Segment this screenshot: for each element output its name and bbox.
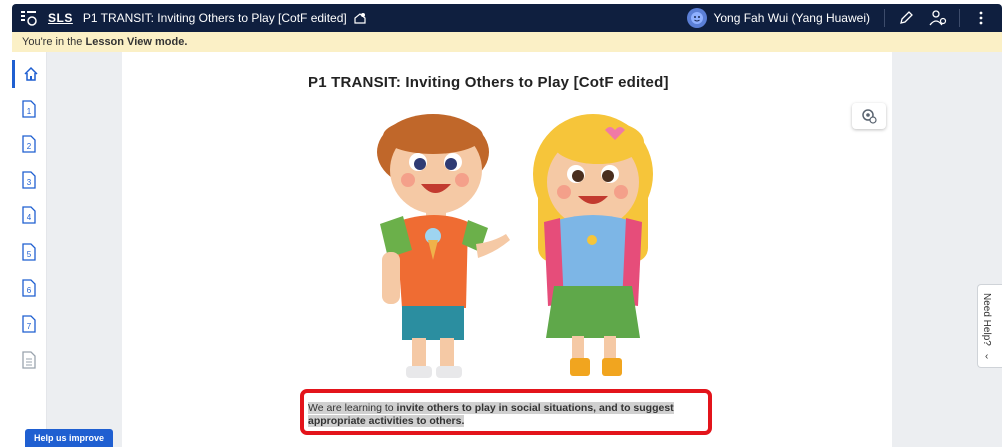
nav-page-5[interactable]: 5 <box>12 238 46 266</box>
lesson-title: P1 TRANSIT: Inviting Others to Play [Cot… <box>82 11 347 25</box>
page-number: 2 <box>27 142 32 151</box>
nav-page-7[interactable]: 7 <box>12 310 46 338</box>
page-number: 4 <box>27 213 32 222</box>
nav-summary[interactable] <box>12 346 46 374</box>
page-icon: 7 <box>22 315 36 333</box>
gear-icon <box>862 109 877 124</box>
page-icon: 4 <box>22 206 36 224</box>
chevron-left-icon: ‹ <box>985 351 989 362</box>
mode-banner: You're in the Lesson View mode. <box>12 32 1002 52</box>
page-number: 3 <box>27 178 32 187</box>
page-number: 5 <box>27 250 32 259</box>
page-number: 6 <box>27 286 32 295</box>
divider <box>884 9 885 27</box>
nav-page-3[interactable]: 3 <box>12 166 46 194</box>
page-icon: 5 <box>22 243 36 261</box>
menu-grid-icon[interactable] <box>20 9 38 27</box>
need-help-tab[interactable]: Need Help? ‹ <box>977 284 1002 368</box>
top-bar: SLS P1 TRANSIT: Inviting Others to Play … <box>12 4 1002 32</box>
page-icon: 2 <box>22 135 36 153</box>
home-icon <box>23 66 38 81</box>
nav-page-2[interactable]: 2 <box>12 130 46 158</box>
highlight-annotation-box <box>300 389 712 435</box>
help-us-improve-button[interactable]: Help us improve <box>25 429 113 447</box>
mode-prefix: You're in the <box>22 36 83 48</box>
hero-illustration <box>308 112 708 380</box>
page-title: P1 TRANSIT: Inviting Others to Play [Cot… <box>308 74 669 91</box>
lesson-page-nav: 1 2 3 4 5 6 7 <box>12 52 47 447</box>
page-icon: 6 <box>22 279 36 297</box>
avatar[interactable] <box>687 8 708 28</box>
page-number: 1 <box>27 107 32 116</box>
girl-figure <box>533 114 653 376</box>
page-icon: 1 <box>22 100 36 118</box>
children-illustration <box>377 114 653 378</box>
nav-page-1[interactable]: 1 <box>12 95 46 123</box>
pencil-icon[interactable] <box>895 7 917 29</box>
nav-page-6[interactable]: 6 <box>12 274 46 302</box>
settings-button[interactable] <box>852 103 886 129</box>
mode-name: Lesson View mode. <box>85 36 188 48</box>
user-name[interactable]: Yong Fah Wui (Yang Huawei) <box>713 11 870 25</box>
nav-page-4[interactable]: 4 <box>12 201 46 229</box>
divider <box>959 9 960 27</box>
more-vertical-icon[interactable] <box>970 7 992 29</box>
document-icon <box>22 351 36 369</box>
page-icon: 3 <box>22 171 36 189</box>
need-help-label: Need Help? <box>981 293 992 346</box>
share-icon[interactable] <box>353 11 367 25</box>
sls-logo[interactable]: SLS <box>48 11 73 25</box>
people-settings-icon[interactable] <box>927 7 949 29</box>
nav-home-button[interactable] <box>12 60 46 88</box>
boy-figure <box>377 114 510 378</box>
page-number: 7 <box>27 322 32 331</box>
